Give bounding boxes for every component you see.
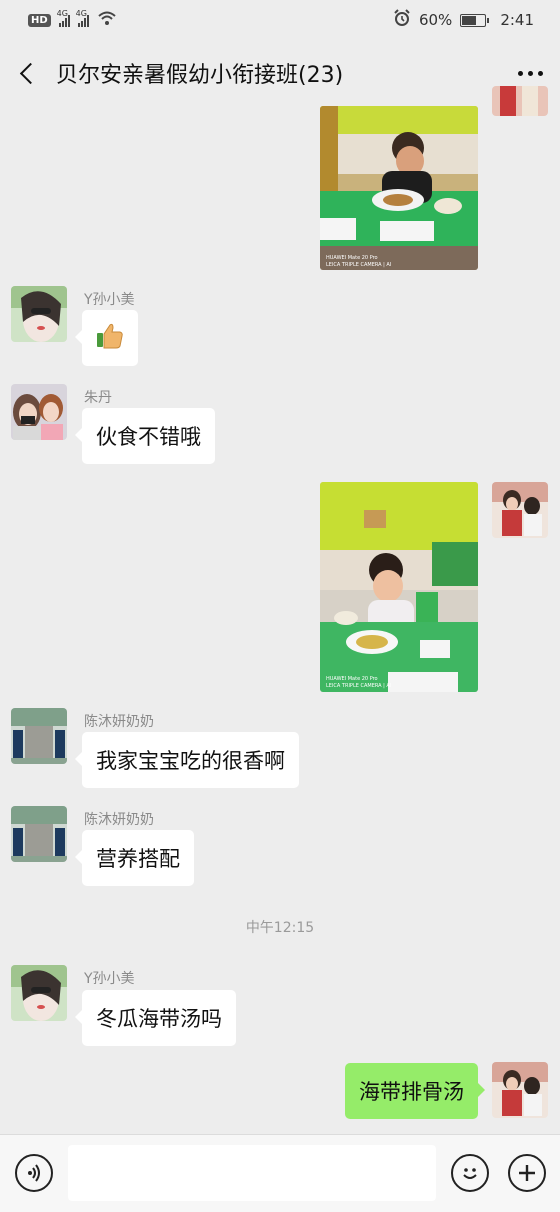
message-bubble[interactable]: 我家宝宝吃的很香啊: [75, 732, 299, 788]
avatar-chenmuyan-nainai[interactable]: [11, 708, 67, 764]
avatar-self[interactable]: [492, 1062, 548, 1118]
message-input[interactable]: [68, 1145, 436, 1201]
battery-icon: [460, 13, 490, 27]
message-bubble-self[interactable]: 海带排骨汤: [345, 1063, 485, 1119]
chat-image-boy[interactable]: HUAWEI Mate 20 Pro LEICA TRIPLE CAMERA |…: [320, 106, 478, 270]
sender-name: 陈沐妍奶奶: [84, 714, 154, 730]
avatar-self[interactable]: [492, 482, 548, 538]
message-bubble[interactable]: 冬瓜海带汤吗: [75, 990, 236, 1046]
signal-icon: 4G: [76, 9, 89, 27]
svg-text:HUAWEI Mate 20 Pro: HUAWEI Mate 20 Pro: [326, 676, 378, 682]
chat-header: 贝尔安亲暑假幼小衔接班(23): [0, 40, 560, 106]
svg-text:HUAWEI Mate 20 Pro: HUAWEI Mate 20 Pro: [326, 255, 378, 261]
smiley-icon: [463, 1168, 477, 1179]
back-button[interactable]: [0, 40, 56, 106]
voice-button[interactable]: [15, 1154, 53, 1192]
chat-image-girl[interactable]: HUAWEI Mate 20 Pro LEICA TRIPLE CAMERA |…: [320, 482, 478, 692]
status-bar: HD 4G 4G 60% 2:41: [0, 0, 560, 40]
battery-percent: 60%: [418, 11, 453, 29]
avatar-chenmuyan-nainai[interactable]: [11, 806, 67, 862]
time-stamp: 中午12:15: [245, 920, 315, 936]
avatar-self[interactable]: [492, 86, 548, 116]
signal-icon: 4G: [57, 9, 70, 27]
sender-name: Y孙小美: [84, 292, 135, 308]
emoji-bubble[interactable]: [75, 310, 138, 366]
avatar-y-sunxiaomei[interactable]: [11, 965, 67, 1021]
wifi-icon: [97, 10, 117, 30]
chat-title: 贝尔安亲暑假幼小衔接班(23): [56, 63, 344, 88]
clock: 2:41: [500, 11, 534, 29]
hd-badge: HD: [28, 13, 51, 27]
message-bubble[interactable]: 营养搭配: [75, 830, 194, 886]
sender-name: Y孙小美: [84, 971, 135, 987]
sender-name: 陈沐妍奶奶: [84, 812, 154, 828]
chevron-left-icon: [19, 62, 41, 84]
thumbs-up-icon: [95, 321, 125, 356]
input-bar: [0, 1134, 560, 1212]
avatar-y-sunxiaomei[interactable]: [11, 286, 67, 342]
avatar-zhudan[interactable]: [11, 384, 67, 440]
emoji-button[interactable]: [451, 1154, 489, 1192]
sender-name: 朱丹: [84, 390, 112, 406]
plus-button[interactable]: [508, 1154, 546, 1192]
alarm-icon: [393, 9, 411, 31]
svg-text:LEICA TRIPLE CAMERA | AI: LEICA TRIPLE CAMERA | AI: [326, 683, 391, 689]
svg-text:LEICA TRIPLE CAMERA | AI: LEICA TRIPLE CAMERA | AI: [326, 262, 391, 268]
voice-icon: [28, 1164, 40, 1182]
more-dots-icon: [517, 70, 523, 76]
plus-icon: [519, 1165, 535, 1181]
message-bubble[interactable]: 伙食不错哦: [75, 408, 215, 464]
